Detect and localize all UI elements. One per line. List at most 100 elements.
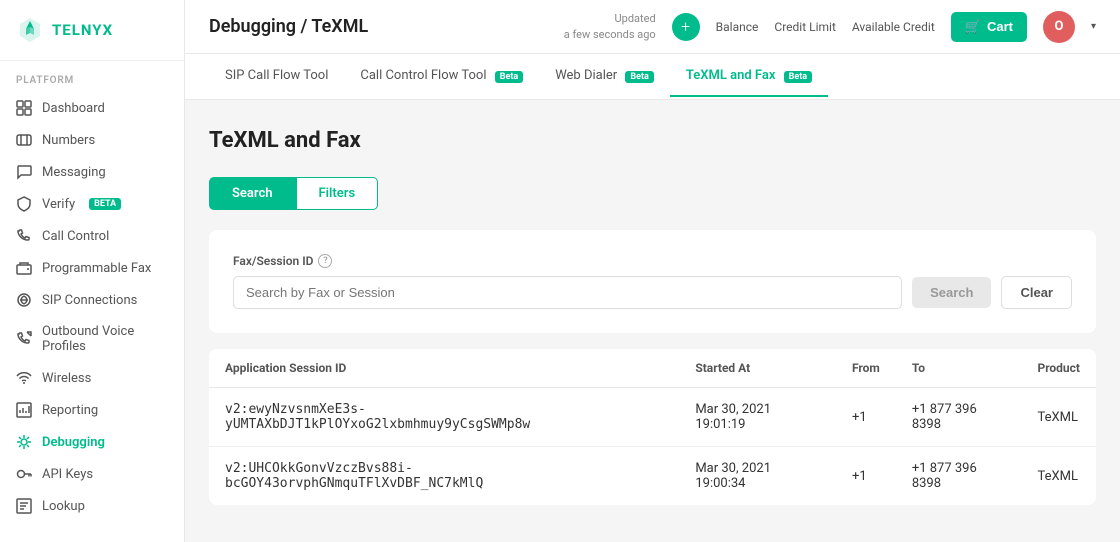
sidebar-item-reporting[interactable]: Reporting <box>0 394 184 426</box>
cell-from: +1 <box>836 388 896 447</box>
sidebar-item-numbers[interactable]: Numbers <box>0 124 184 156</box>
page-content: TeXML and Fax Search Filters Fax/Session… <box>185 100 1120 533</box>
col-session-id: Application Session ID <box>209 349 679 388</box>
verify-beta-badge: BETA <box>89 198 121 210</box>
cart-label: Cart <box>987 19 1013 34</box>
col-to: To <box>896 349 1022 388</box>
search-input[interactable] <box>233 276 902 309</box>
sidebar-item-outbound-voice[interactable]: Outbound Voice Profiles <box>0 316 184 362</box>
updated-label: Updated <box>564 11 656 26</box>
updated-info: Updated a few seconds ago <box>564 11 656 42</box>
cart-button[interactable]: 🛒 Cart <box>951 12 1027 42</box>
updated-time: a few seconds ago <box>564 27 656 42</box>
outbound-voice-label: Outbound Voice Profiles <box>42 324 168 354</box>
table-row[interactable]: v2:ewyNzvsnmXeE3s-yUMTAXbDJT1kPlOYxoG2lx… <box>209 388 1096 447</box>
wireless-label: Wireless <box>42 371 91 386</box>
verify-label: Verify <box>42 197 75 212</box>
api-keys-label: API Keys <box>42 467 93 482</box>
cell-started-at: Mar 30, 2021 19:01:19 <box>679 388 836 447</box>
sidebar-item-lookup[interactable]: Lookup <box>0 490 184 522</box>
topbar-right: Updated a few seconds ago + Balance Cred… <box>564 11 1096 43</box>
main-content: Debugging / TeXML Updated a few seconds … <box>185 0 1120 542</box>
sidebar-item-messaging[interactable]: Messaging <box>0 156 184 188</box>
sidebar-item-debugging[interactable]: Debugging <box>0 426 184 458</box>
field-label: Fax/Session ID ? <box>233 254 1072 268</box>
sidebar-item-wireless[interactable]: Wireless <box>0 362 184 394</box>
cell-session-id: v2:ewyNzvsnmXeE3s-yUMTAXbDJT1kPlOYxoG2lx… <box>209 388 679 447</box>
search-button[interactable]: Search <box>912 277 991 308</box>
sidebar-item-sip-connections[interactable]: SIP Connections <box>0 284 184 316</box>
tab-sip-call-flow[interactable]: SIP Call Flow Tool <box>209 56 344 97</box>
content-area: TeXML and Fax Search Filters Fax/Session… <box>185 100 1120 542</box>
balance-label: Balance <box>716 20 759 34</box>
web-dialer-badge: Beta <box>625 71 653 83</box>
call-control-icon <box>16 228 32 244</box>
cell-to: +1 877 396 8398 <box>896 388 1022 447</box>
cart-icon: 🛒 <box>965 19 981 35</box>
messaging-icon <box>16 164 32 180</box>
reporting-label: Reporting <box>42 403 98 418</box>
field-help-icon[interactable]: ? <box>318 254 332 268</box>
sidebar-item-programmable-fax[interactable]: Programmable Fax <box>0 252 184 284</box>
avatar-chevron-icon[interactable]: ▾ <box>1091 21 1096 32</box>
sidebar-logo: TELNYX <box>0 0 184 61</box>
sidebar: TELNYX PLATFORM Dashboard Numbers Messag… <box>0 0 185 542</box>
programmable-fax-label: Programmable Fax <box>42 261 151 276</box>
cell-product: TeXML <box>1021 447 1096 506</box>
add-button[interactable]: + <box>672 13 700 41</box>
messaging-label: Messaging <box>42 165 106 180</box>
cell-from: +1 <box>836 447 896 506</box>
tab-texml-fax[interactable]: TeXML and Fax Beta <box>670 56 828 97</box>
clear-button[interactable]: Clear <box>1001 276 1072 309</box>
breadcrumb: Debugging / TeXML <box>209 16 548 37</box>
wireless-icon <box>16 370 32 386</box>
sidebar-item-api-keys[interactable]: API Keys <box>0 458 184 490</box>
lookup-icon <box>16 498 32 514</box>
sidebar-item-call-control[interactable]: Call Control <box>0 220 184 252</box>
topbar: Debugging / TeXML Updated a few seconds … <box>185 0 1120 54</box>
results-card: Application Session ID Started At From T… <box>209 349 1096 505</box>
col-started-at: Started At <box>679 349 836 388</box>
numbers-icon <box>16 132 32 148</box>
reporting-icon <box>16 402 32 418</box>
available-credit-label: Available Credit <box>852 20 935 34</box>
page-title: TeXML and Fax <box>209 128 1096 153</box>
fax-icon <box>16 260 32 276</box>
sip-icon <box>16 292 32 308</box>
credit-limit-label: Credit Limit <box>774 20 835 34</box>
sidebar-item-verify[interactable]: Verify BETA <box>0 188 184 220</box>
sip-connections-label: SIP Connections <box>42 293 137 308</box>
table-row[interactable]: v2:UHCOkkGonvVzczBvs88i-bcGOY43orvphGNmq… <box>209 447 1096 506</box>
search-filter-tabs: Search Filters <box>209 177 1096 210</box>
avatar-button[interactable]: O <box>1043 11 1075 43</box>
texml-fax-badge: Beta <box>784 71 812 83</box>
debugging-icon <box>16 434 32 450</box>
platform-section-label: PLATFORM <box>0 61 184 92</box>
search-card: Fax/Session ID ? Search Clear <box>209 230 1096 333</box>
outbound-voice-icon <box>16 331 32 347</box>
tab-call-control-flow[interactable]: Call Control Flow Tool Beta <box>344 56 539 97</box>
tab-web-dialer[interactable]: Web Dialer Beta <box>539 56 670 97</box>
api-keys-icon <box>16 466 32 482</box>
tab-bar: SIP Call Flow Tool Call Control Flow Too… <box>185 54 1120 100</box>
search-tab[interactable]: Search <box>209 177 296 210</box>
verify-icon <box>16 196 32 212</box>
call-control-label: Call Control <box>42 229 109 244</box>
col-from: From <box>836 349 896 388</box>
cell-product: TeXML <box>1021 388 1096 447</box>
debugging-label: Debugging <box>42 435 105 450</box>
results-table: Application Session ID Started At From T… <box>209 349 1096 505</box>
telnyx-logo-icon <box>16 16 44 44</box>
filters-tab[interactable]: Filters <box>296 177 379 210</box>
cell-to: +1 877 396 8398 <box>896 447 1022 506</box>
avatar-label: O <box>1054 19 1063 34</box>
numbers-label: Numbers <box>42 133 95 148</box>
logo-text: TELNYX <box>52 21 113 39</box>
field-row: Search Clear <box>233 276 1072 309</box>
call-control-flow-badge: Beta <box>495 71 523 83</box>
sidebar-item-dashboard[interactable]: Dashboard <box>0 92 184 124</box>
dashboard-label: Dashboard <box>42 101 105 116</box>
cell-started-at: Mar 30, 2021 19:00:34 <box>679 447 836 506</box>
lookup-label: Lookup <box>42 499 85 514</box>
cell-session-id: v2:UHCOkkGonvVzczBvs88i-bcGOY43orvphGNmq… <box>209 447 679 506</box>
